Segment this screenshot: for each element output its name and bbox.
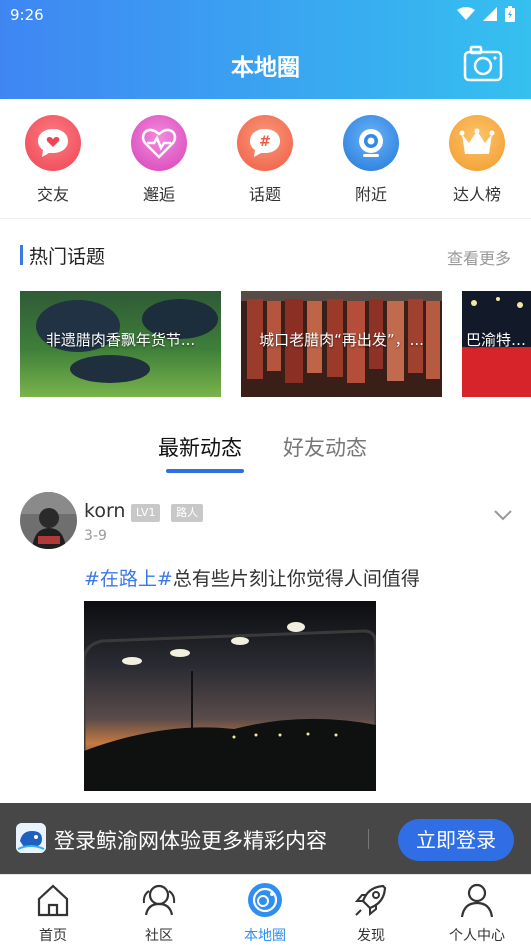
topic-caption: 城口老腊肉“再出发”，...	[259, 331, 424, 349]
quick-action-encounter[interactable]: 邂逅	[119, 115, 199, 205]
login-banner: 登录鲸渝网体验更多精彩内容 立即登录	[0, 803, 531, 874]
feed-tabs: 最新动态 好友动态	[0, 430, 531, 480]
active-tab-indicator	[166, 469, 244, 473]
tab-label: 个人中心	[449, 928, 505, 944]
quick-action-label: 交友	[36, 185, 69, 204]
quick-action-label: 附近	[354, 185, 387, 204]
tab-community[interactable]: 社区	[119, 881, 199, 945]
app-logo	[16, 823, 46, 853]
quick-action-label: 话题	[248, 185, 281, 204]
tab-latest[interactable]: 最新动态	[158, 432, 242, 462]
post-date: 3-9	[84, 528, 107, 544]
tab-local-circle[interactable]: 本地圈	[225, 881, 305, 945]
tab-label: 社区	[145, 928, 173, 944]
view-more-link[interactable]: 查看更多	[447, 245, 511, 269]
home-icon	[37, 884, 69, 917]
tab-home[interactable]: 首页	[13, 881, 93, 945]
post-photo[interactable]	[84, 601, 376, 791]
wifi-icon	[457, 7, 475, 20]
tab-label: 首页	[39, 928, 67, 944]
title-badge: 路人	[171, 504, 203, 522]
tab-friends[interactable]: 好友动态	[283, 432, 367, 462]
post-body: 总有些片刻让你觉得人间值得	[172, 568, 420, 590]
quick-action-label: 邂逅	[142, 185, 175, 204]
camera-icon[interactable]	[463, 44, 503, 82]
chevron-down-icon[interactable]	[493, 508, 513, 522]
status-time: 9:26	[10, 6, 44, 24]
topic-card[interactable]: 城口老腊肉“再出发”，...	[241, 291, 442, 397]
quick-actions: 交友 邂逅 # 话题 附近 达人榜	[0, 99, 531, 219]
status-icons	[457, 6, 515, 22]
community-icon	[142, 884, 176, 916]
hashtag-icon: #	[237, 115, 293, 171]
local-circle-icon	[248, 883, 282, 917]
tab-discover[interactable]: 发现	[331, 881, 411, 945]
quick-action-label: 达人榜	[452, 185, 501, 204]
quick-action-topics[interactable]: # 话题	[225, 115, 305, 205]
login-button[interactable]: 立即登录	[398, 819, 514, 861]
user-icon	[460, 883, 494, 918]
level-badge: LV1	[131, 504, 161, 522]
app-header: 9:26 本地圈	[0, 0, 531, 99]
page-title: 本地圈	[231, 55, 300, 81]
post-hashtag[interactable]: #在路上#	[84, 568, 173, 590]
chat-heart-icon	[25, 115, 81, 171]
location-target-icon	[343, 115, 399, 171]
svg-text:#: #	[259, 134, 271, 150]
crown-icon	[449, 115, 505, 171]
hot-topics-title: 热门话题	[29, 246, 106, 268]
quick-action-leaderboard[interactable]: 达人榜	[437, 115, 517, 205]
login-prompt-text: 登录鲸渝网体验更多精彩内容	[54, 829, 327, 853]
tab-profile[interactable]: 个人中心	[437, 881, 517, 945]
quick-action-nearby[interactable]: 附近	[331, 115, 411, 205]
post-username[interactable]: korn	[84, 500, 125, 522]
hot-topics-header: 热门话题 查看更多	[20, 240, 511, 270]
topic-card[interactable]: 非遗腊肉香飘年货节...	[20, 291, 221, 397]
quick-action-make-friends[interactable]: 交友	[13, 115, 93, 205]
signal-icon	[483, 7, 497, 21]
topic-card[interactable]: 巴渝特产...	[462, 291, 531, 397]
divider	[368, 829, 369, 849]
battery-icon	[505, 6, 515, 22]
bottom-tab-bar: 首页 社区 本地圈 发现 个人中心	[0, 874, 531, 945]
tab-label: 发现	[357, 928, 385, 944]
avatar[interactable]	[20, 492, 77, 549]
post-text: #在路上#总有些片刻让你觉得人间值得	[84, 564, 420, 591]
tab-label: 本地圈	[244, 928, 286, 944]
rocket-icon	[354, 884, 387, 917]
heartbeat-icon	[131, 115, 187, 171]
topic-caption: 巴渝特产...	[466, 331, 531, 349]
status-bar: 9:26	[0, 0, 531, 32]
topic-caption: 非遗腊肉香飘年货节...	[45, 331, 196, 349]
section-accent-bar	[20, 245, 23, 265]
